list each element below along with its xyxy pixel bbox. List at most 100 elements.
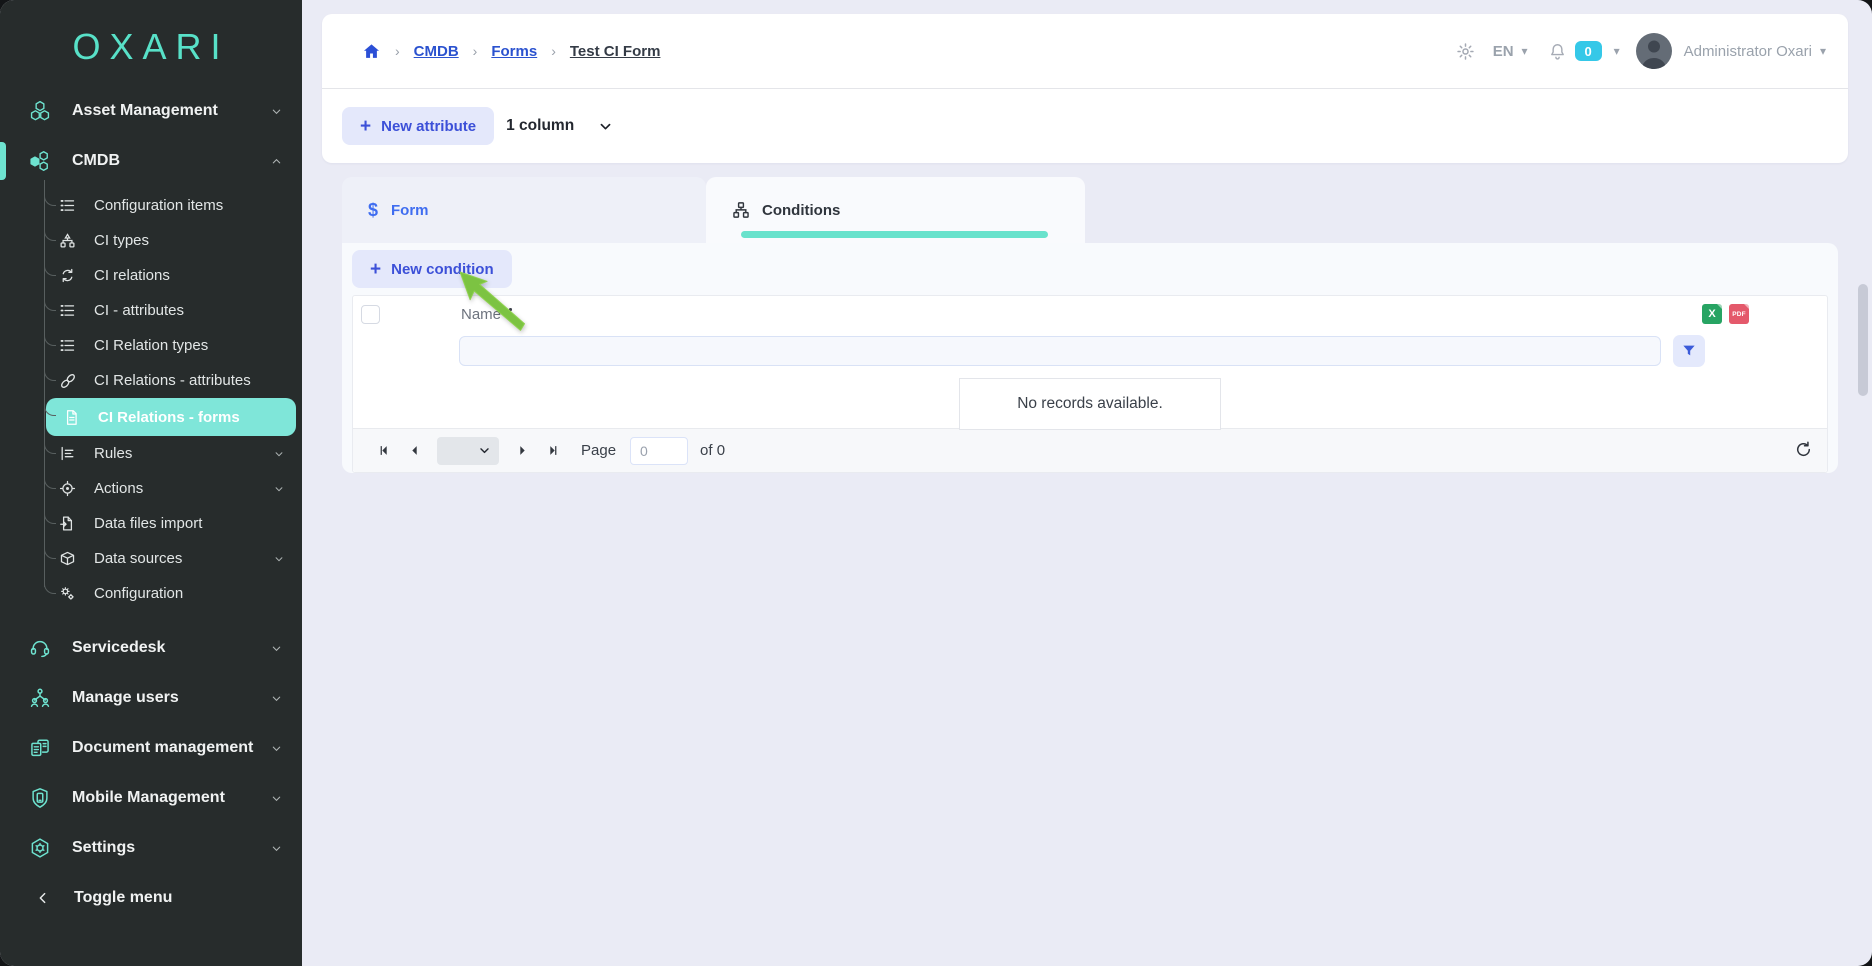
caret-down-icon[interactable]: ▾ bbox=[1522, 44, 1528, 58]
sidebar-item-ci-relations-forms[interactable]: CI Relations - forms bbox=[46, 398, 296, 436]
grid-header-row: Name X PDF bbox=[353, 296, 1827, 332]
sidebar-item-data-files-import[interactable]: Data files import bbox=[0, 506, 302, 541]
breadcrumb-link-forms[interactable]: Forms bbox=[491, 43, 537, 60]
new-condition-button[interactable]: + New condition bbox=[352, 250, 512, 288]
sidebar-item-label: Servicedesk bbox=[72, 639, 165, 657]
language-selector[interactable]: EN bbox=[1493, 43, 1514, 60]
documents-icon bbox=[28, 736, 52, 760]
gears-icon bbox=[58, 584, 77, 603]
column-menu-icon[interactable] bbox=[509, 308, 512, 320]
plus-icon: + bbox=[360, 117, 371, 136]
sidebar-item-ci-relations[interactable]: CI relations bbox=[0, 258, 302, 293]
next-page-button[interactable] bbox=[513, 442, 531, 460]
chevron-down-icon bbox=[264, 99, 288, 123]
sidebar-item-settings[interactable]: Settings bbox=[0, 823, 302, 873]
breadcrumb: › CMDB › Forms › Test CI Form EN ▾ 0 ▾ bbox=[322, 14, 1848, 88]
app-window: OXARI Asset Management CMDB Configuratio… bbox=[0, 0, 1872, 966]
sidebar-item-ci-relation-types[interactable]: CI Relation types bbox=[0, 328, 302, 363]
topbar-controls: EN ▾ 0 ▾ Administrator Oxari ▾ bbox=[1456, 33, 1826, 69]
tab-conditions-label: Conditions bbox=[762, 202, 840, 219]
sidebar-item-cmdb[interactable]: CMDB bbox=[0, 136, 302, 186]
caret-down-icon[interactable]: ▾ bbox=[1614, 44, 1620, 58]
sidebar-item-label: CI Relations - forms bbox=[98, 409, 240, 426]
funnel-icon bbox=[1681, 343, 1697, 359]
last-page-button[interactable] bbox=[543, 442, 561, 460]
chevron-down-icon bbox=[478, 444, 491, 457]
sidebar-item-label: Rules bbox=[94, 445, 132, 462]
sidebar-item-configuration[interactable]: Configuration bbox=[0, 576, 302, 611]
sidebar-item-label: CI types bbox=[94, 232, 149, 249]
column-layout-select[interactable]: 1 column bbox=[506, 117, 613, 135]
refresh-button[interactable] bbox=[1794, 440, 1813, 462]
tab-conditions[interactable]: Conditions bbox=[706, 177, 1085, 243]
plus-icon: + bbox=[370, 260, 381, 279]
new-attribute-button[interactable]: + New attribute bbox=[342, 107, 494, 145]
header-panel: › CMDB › Forms › Test CI Form EN ▾ 0 ▾ bbox=[322, 14, 1848, 163]
bell-icon[interactable] bbox=[1548, 42, 1567, 61]
sidebar-item-asset-management[interactable]: Asset Management bbox=[0, 86, 302, 136]
gear-icon[interactable] bbox=[1456, 42, 1475, 61]
chevron-up-icon bbox=[264, 149, 288, 173]
avatar[interactable] bbox=[1636, 33, 1672, 69]
sidebar-item-mobile-management[interactable]: Mobile Management bbox=[0, 773, 302, 823]
sidebar-item-rules[interactable]: Rules bbox=[0, 436, 302, 471]
sidebar-item-label: Document management bbox=[72, 739, 253, 757]
chevron-down-icon bbox=[264, 836, 288, 860]
sidebar-item-ci-attributes[interactable]: CI - attributes bbox=[0, 293, 302, 328]
sidebar-item-label: Configuration items bbox=[94, 197, 223, 214]
grid-filter-row bbox=[353, 332, 1827, 369]
name-column-header: Name bbox=[461, 306, 501, 323]
sidebar-item-document-management[interactable]: Document management bbox=[0, 723, 302, 773]
name-filter-input[interactable] bbox=[459, 336, 1661, 366]
sidebar-item-label: CI Relation types bbox=[94, 337, 208, 354]
scrollbar[interactable] bbox=[1858, 284, 1868, 396]
toggle-menu-button[interactable]: Toggle menu bbox=[0, 873, 302, 923]
brand-logo: OXARI bbox=[0, 26, 302, 68]
sidebar-item-actions[interactable]: Actions bbox=[0, 471, 302, 506]
tab-form-label: Form bbox=[391, 202, 429, 219]
home-icon[interactable] bbox=[362, 42, 381, 61]
sitemap-icon bbox=[58, 231, 77, 250]
sidebar-item-label: Manage users bbox=[72, 689, 179, 707]
sidebar-item-data-sources[interactable]: Data sources bbox=[0, 541, 302, 576]
users-icon bbox=[28, 686, 52, 710]
page-size-select[interactable] bbox=[437, 437, 499, 465]
sidebar-item-ci-relations-attributes[interactable]: CI Relations - attributes bbox=[0, 363, 302, 398]
sidebar-item-configuration-items[interactable]: Configuration items bbox=[0, 188, 302, 223]
refresh-icon bbox=[1794, 440, 1813, 459]
new-condition-label: New condition bbox=[391, 261, 494, 278]
export-buttons: X PDF bbox=[1702, 304, 1749, 324]
breadcrumb-separator: › bbox=[551, 43, 556, 59]
sidebar-item-label: Settings bbox=[72, 839, 135, 857]
gear-hexagon-icon bbox=[28, 836, 52, 860]
rules-icon bbox=[58, 444, 77, 463]
list-icon bbox=[58, 196, 77, 215]
empty-state: No records available. bbox=[959, 378, 1221, 430]
sidebar-item-label: Data files import bbox=[94, 515, 202, 532]
sidebar-item-manage-users[interactable]: Manage users bbox=[0, 673, 302, 723]
grid-body: No records available. bbox=[353, 369, 1827, 428]
sidebar-item-label: Data sources bbox=[94, 550, 182, 567]
filter-button[interactable] bbox=[1673, 335, 1705, 367]
sidebar-item-label: CMDB bbox=[72, 152, 120, 170]
caret-down-icon[interactable]: ▾ bbox=[1820, 44, 1826, 58]
select-all-checkbox[interactable] bbox=[361, 305, 380, 324]
chevron-down-icon bbox=[269, 444, 288, 463]
pagination-bar: Page of 0 bbox=[353, 428, 1827, 472]
export-pdf-icon[interactable]: PDF bbox=[1729, 304, 1749, 324]
previous-page-button[interactable] bbox=[405, 442, 423, 460]
sitemap-icon bbox=[732, 201, 750, 219]
first-page-button[interactable] bbox=[375, 442, 393, 460]
sidebar-item-label: Actions bbox=[94, 480, 143, 497]
page-number-input[interactable] bbox=[630, 437, 688, 465]
export-excel-icon[interactable]: X bbox=[1702, 304, 1722, 324]
notification-badge[interactable]: 0 bbox=[1575, 41, 1602, 61]
sidebar-item-servicedesk[interactable]: Servicedesk bbox=[0, 623, 302, 673]
sidebar-item-ci-types[interactable]: CI types bbox=[0, 223, 302, 258]
user-name[interactable]: Administrator Oxari bbox=[1684, 43, 1812, 60]
sidebar: OXARI Asset Management CMDB Configuratio… bbox=[0, 0, 302, 966]
breadcrumb-link-cmdb[interactable]: CMDB bbox=[414, 43, 459, 60]
tab-form[interactable]: $ Form bbox=[342, 177, 706, 243]
toggle-menu-label: Toggle menu bbox=[74, 889, 172, 907]
conditions-toolbar: + New condition bbox=[352, 243, 1828, 295]
